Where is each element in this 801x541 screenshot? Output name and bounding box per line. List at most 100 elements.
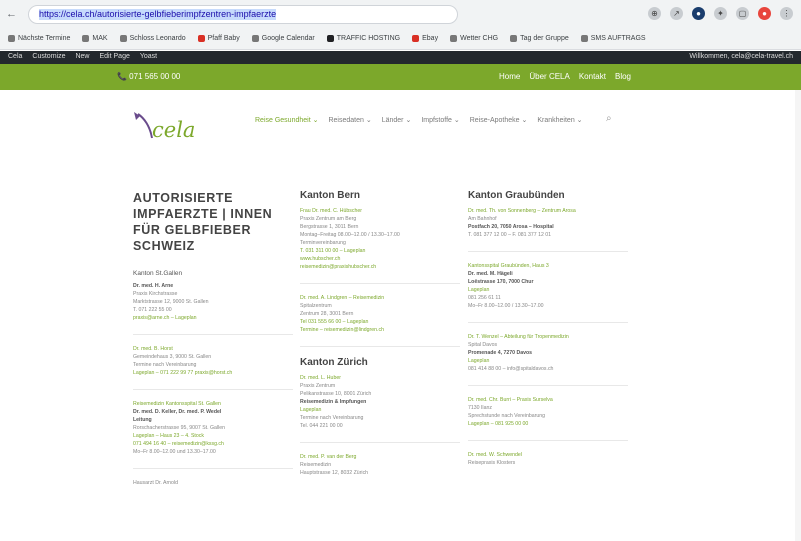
nav-item[interactable]: Länder ⌄ — [382, 116, 412, 124]
address-bar[interactable]: https://cela.ch/autorisierte-gelbfieberi… — [28, 5, 458, 24]
entry-link[interactable]: www.hubscher.ch — [300, 255, 460, 263]
url-text[interactable]: https://cela.ch/autorisierte-gelbfieberi… — [39, 9, 277, 20]
page-title: AUTORISIERTE IMPFAERZTE | INNEN FÜR GELB… — [133, 191, 273, 253]
entry-link[interactable]: Dr. T. Wenzel – Abteilung für Tropenmedi… — [468, 333, 628, 341]
bookmark-favicon-icon — [450, 34, 458, 42]
entry-line: 081 414 88 00 – info@spitaldavos.ch — [468, 366, 554, 372]
wp-admin-item[interactable]: Cela — [8, 53, 22, 60]
entry-line: Termine nach Vereinbarung — [133, 362, 197, 368]
wp-admin-account[interactable]: Willkommen, cela@cela-travel.ch — [689, 53, 793, 60]
entry-link[interactable]: Dr. med. Th. von Sonnenberg – Zentrum Ar… — [468, 207, 628, 215]
entry-link[interactable]: praxis@arne.ch – Lageplan — [133, 314, 293, 322]
entry-line: Mo–Fr 8.00–12.00 und 13.30–17.00 — [133, 449, 216, 455]
wp-admin-item[interactable]: New — [75, 53, 89, 60]
divider — [468, 251, 628, 252]
profile-avatar[interactable]: ● — [758, 7, 771, 20]
entry-link[interactable]: Lageplan — [300, 406, 460, 414]
back-icon[interactable]: ← — [6, 8, 17, 20]
entry-link[interactable]: Dr. med. W. Schwendel — [468, 451, 628, 459]
content-column-3: Kanton Graubünden Dr. med. Th. von Sonne… — [468, 190, 628, 479]
entry-link[interactable]: T. 031 311 00 00 – Lageplan — [300, 247, 460, 255]
nav-item[interactable]: Impfstoffe ⌄ — [421, 116, 459, 124]
entry-link[interactable]: Lageplan – 081 925 00 00 — [468, 420, 628, 428]
entry-link[interactable]: Tel 031 555 66 00 – Lageplan — [300, 318, 460, 326]
extension-blue-icon[interactable]: ● — [692, 7, 705, 20]
entry-line: 081 256 61 11 — [468, 295, 501, 301]
address-row: ← https://cela.ch/autorisierte-gelbfiebe… — [0, 3, 801, 27]
top-links: Home Über CELA Kontakt Blog — [499, 72, 631, 81]
entry-link[interactable]: Reisemedizin Kantonsspital St. Gallen — [133, 400, 293, 408]
wp-admin-item[interactable]: Edit Page — [100, 53, 130, 60]
top-link[interactable]: Kontakt — [579, 72, 606, 81]
entry-link[interactable]: Dr. med. A. Lindgren – Reisemedizin — [300, 294, 460, 302]
bookmark-item[interactable]: Wetter CHG — [450, 34, 498, 42]
entry-link[interactable]: reisemedizin@praxishubscher.ch — [300, 263, 460, 271]
bookmarks-bar: Nächste Termine MAK Schloss Leonardo Pfa… — [0, 29, 801, 47]
search-icon[interactable]: ⌕ — [606, 113, 612, 124]
bookmark-item[interactable]: Ebay — [412, 34, 438, 42]
entry-link[interactable]: Frau Dr. med. C. Hübscher — [300, 207, 460, 215]
entry-link[interactable]: Dr. med. L. Huber — [300, 374, 460, 382]
browser-toolbar: ← https://cela.ch/autorisierte-gelbfiebe… — [0, 0, 801, 50]
bookmark-favicon-icon — [197, 34, 205, 42]
entry-link[interactable]: Kantonsspital Graubünden, Haus 3 — [468, 262, 628, 270]
bookmark-item[interactable]: Nächste Termine — [8, 34, 70, 42]
menu-icon[interactable]: ⋮ — [780, 7, 793, 20]
bookmark-item[interactable]: Google Calendar — [251, 34, 315, 42]
nav-item[interactable]: Reisedaten ⌄ — [328, 116, 371, 124]
entry-link[interactable]: Termine – reisemedizin@lindgren.ch — [300, 326, 460, 334]
entry-line: Spitalzentrum — [300, 303, 332, 309]
nav-item[interactable]: Reise Gesundheit ⌄ — [255, 116, 318, 124]
share-icon[interactable]: ↗ — [670, 7, 683, 20]
phone-number[interactable]: 📞 071 565 00 00 — [117, 72, 180, 81]
nav-item[interactable]: Reise-Apotheke ⌄ — [470, 116, 528, 124]
bookmark-item[interactable]: MAK — [82, 34, 108, 42]
entry-link[interactable]: Lageplan – 071 222 99 77 praxis@horst.ch — [133, 369, 293, 377]
doctor-entry: Dr. med. P. van der Berg Reisemedizin Ha… — [300, 453, 460, 477]
entry-line: Dr. med. M. Hägeli — [468, 271, 513, 277]
entry-line: Leitung — [133, 417, 152, 423]
scrollbar[interactable] — [795, 90, 801, 541]
entry-line: Bergstrasse 1, 3011 Bern — [300, 224, 359, 230]
extension-icon[interactable]: ⊕ — [648, 7, 661, 20]
top-link[interactable]: Blog — [615, 72, 631, 81]
canton-heading: Kanton Graubünden — [468, 190, 565, 201]
doctor-entry: Dr. med. B. Horst Gemeindehaus 3, 9000 S… — [133, 345, 293, 377]
top-link[interactable]: Über CELA — [529, 72, 569, 81]
bookmark-item[interactable]: Schloss Leonardo — [119, 34, 186, 42]
logo-text[interactable]: cela — [152, 118, 195, 142]
tab-grid-icon[interactable]: ▢ — [736, 7, 749, 20]
doctor-entry: Dr. med. Chr. Burri – Praxis Surselva 71… — [468, 396, 628, 428]
doctor-entry: Dr. med. W. Schwendel Reisepraxis Kloste… — [468, 451, 628, 467]
doctor-entry: Reisemedizin Kantonsspital St. Gallen Dr… — [133, 400, 293, 456]
top-link[interactable]: Home — [499, 72, 520, 81]
entry-link[interactable]: 071 494 16 40 – reisemedizin@kssg.ch — [133, 440, 293, 448]
entry-link[interactable]: Dr. med. P. van der Berg — [300, 453, 460, 461]
nav-item[interactable]: Krankheiten ⌄ — [537, 116, 582, 124]
bookmark-item[interactable]: SMS AUFTRAGS — [580, 34, 646, 42]
entry-link[interactable]: Lageplan — [468, 286, 628, 294]
entry-line: Dr. med. H. Arne — [133, 283, 174, 289]
wp-admin-bar: Cela Customize New Edit Page Yoast Willk… — [0, 51, 801, 64]
divider — [133, 334, 293, 335]
bookmark-favicon-icon — [251, 34, 259, 42]
entry-line: Tel. 044 221 00 00 — [300, 423, 343, 429]
puzzle-icon[interactable]: ✦ — [714, 7, 727, 20]
site-top-bar: 📞 071 565 00 00 Home Über CELA Kontakt B… — [0, 64, 801, 90]
wp-admin-item[interactable]: Yoast — [140, 53, 157, 60]
bookmark-item[interactable]: Tag der Gruppe — [510, 34, 569, 42]
wp-admin-item[interactable]: Customize — [32, 53, 65, 60]
entry-link[interactable]: Dr. med. B. Horst — [133, 345, 293, 353]
entry-line: Zentrum 28, 3001 Bern — [300, 311, 354, 317]
bookmark-item[interactable]: Pfaff Baby — [197, 34, 240, 42]
doctor-entry: Dr. med. Th. von Sonnenberg – Zentrum Ar… — [468, 207, 628, 239]
divider — [133, 389, 293, 390]
bookmark-item[interactable]: TRAFFIC HOSTING — [326, 34, 400, 42]
entry-line: Reisemedizin & Impfungen — [300, 399, 367, 405]
entry-link[interactable]: Lageplan — [468, 357, 628, 365]
entry-line: T. 081 377 12 00 – F. 081 377 12 01 — [468, 232, 552, 238]
entry-link[interactable]: Lageplan – Haus 23 – 4. Stock — [133, 432, 293, 440]
entry-link[interactable]: Dr. med. Chr. Burri – Praxis Surselva — [468, 396, 628, 404]
doctor-entry: Kantonsspital Graubünden, Haus 3 Dr. med… — [468, 262, 628, 310]
entry-line: Postfach 20, 7050 Arosa – Hospital — [468, 224, 554, 230]
